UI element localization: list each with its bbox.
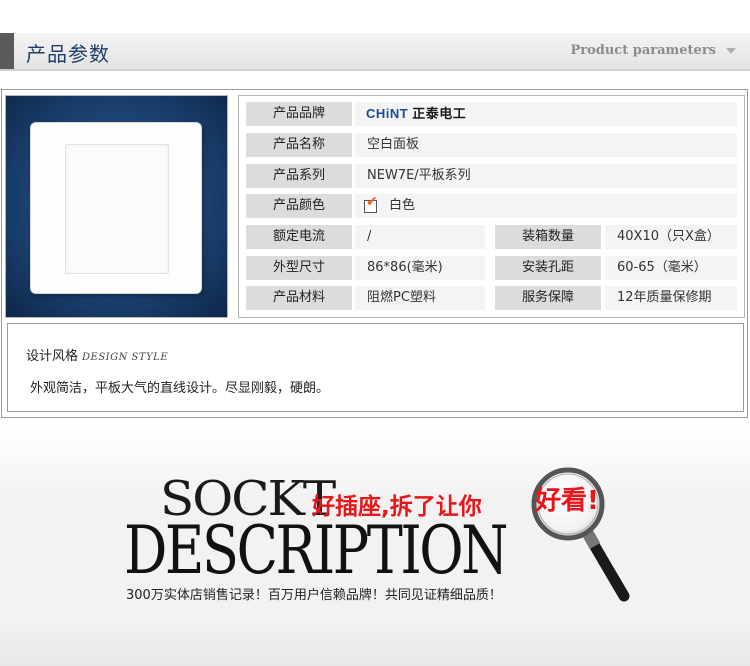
spec-label-hole: 安装孔距 <box>495 256 601 280</box>
section-subtitle: Product parameters <box>570 43 716 58</box>
spec-label-color: 产品颜色 <box>246 194 352 218</box>
spec-label-packing: 装箱数量 <box>495 225 601 249</box>
banner-tagline: 300万实体店销售记录！百万用户信赖品牌！共同见证精细品质！ <box>126 588 502 603</box>
spec-label-current: 额定电流 <box>246 225 352 249</box>
header-divider <box>0 69 750 71</box>
header-accent-stripe <box>0 33 14 69</box>
spec-value-current: / <box>355 225 485 249</box>
design-title-cn: 设计风格 <box>26 349 79 364</box>
dropdown-arrow-icon <box>726 48 736 54</box>
design-title-en: DESIGN STYLE <box>82 352 169 363</box>
spec-label-series: 产品系列 <box>246 164 352 188</box>
spec-label-material: 产品材料 <box>246 286 352 310</box>
spec-value-packing: 40X10（只X盒） <box>605 225 737 249</box>
logo-latin: CHiNT <box>366 106 409 121</box>
product-photo <box>5 95 228 318</box>
design-style-box <box>7 323 744 412</box>
design-style-title: 设计风格 DESIGN STYLE <box>26 345 168 364</box>
spec-value-service: 12年质量保修期 <box>605 286 737 310</box>
spec-label-name: 产品名称 <box>246 133 352 157</box>
checkmark-icon: ✔ <box>366 194 378 210</box>
spec-value-material: 阻燃PC塑料 <box>355 286 485 310</box>
spec-label-brand: 产品品牌 <box>246 102 352 126</box>
banner-slogan: 好插座,拆了让你 <box>312 494 482 520</box>
plate-center <box>65 144 169 274</box>
spec-value-size: 86*86(毫米) <box>355 256 485 280</box>
chint-logo: CHiNT 正泰电工 <box>366 102 466 126</box>
section-title: 产品参数 <box>26 42 110 66</box>
design-style-text: 外观简洁，平板大气的直线设计。尽显刚毅，硬朗。 <box>30 381 330 396</box>
spec-label-size: 外型尺寸 <box>246 256 352 280</box>
spec-value-hole: 60-65（毫米） <box>605 256 737 280</box>
logo-cn: 正泰电工 <box>412 107 467 122</box>
banner-headline-description: DESCRIPTION <box>124 512 509 589</box>
blank-panel-plate <box>31 123 201 293</box>
spec-value-series: NEW7E/平板系列 <box>355 164 737 188</box>
banner-slogan-highlight: 好看! <box>535 486 599 516</box>
spec-value-color: 白色 <box>355 194 737 218</box>
spec-label-service: 服务保障 <box>495 286 601 310</box>
spec-value-name: 空白面板 <box>355 133 737 157</box>
